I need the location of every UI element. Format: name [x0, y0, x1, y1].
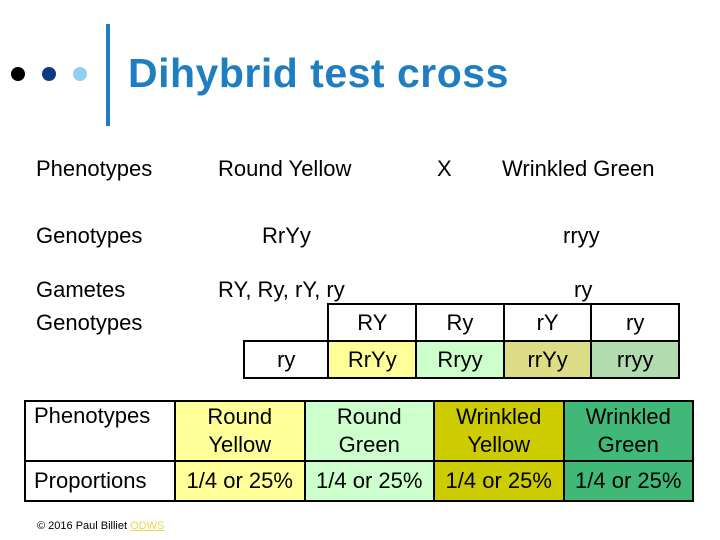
results-proportion-row: Proportions 1/4 or 25% 1/4 or 25% 1/4 or…	[24, 460, 694, 502]
parent2-phenotype: Wrinkled Green	[502, 156, 655, 181]
phenotype-line2: Yellow	[467, 432, 531, 457]
bullet-dot-black	[11, 67, 25, 81]
results-proportion-cell: 1/4 or 25%	[433, 460, 565, 502]
punnett-cell: Rryy	[415, 340, 505, 379]
punnett-corner	[244, 304, 328, 341]
phenotype-line2: Yellow	[208, 432, 272, 457]
punnett-cell: RrYy	[327, 340, 418, 379]
cross-symbol: X	[437, 156, 452, 181]
odws-link[interactable]: ODWS	[130, 520, 164, 532]
genotypes-label: Genotypes	[36, 223, 143, 248]
parent1-genotype: RrYy	[262, 223, 311, 248]
punnett-square: RY Ry rY ry ry RrYy Rryy rrYy rryy	[242, 303, 680, 379]
bullet-dot-light-blue	[73, 67, 87, 81]
results-phenotype-row: Phenotypes Round Yellow Round Green Wrinkl…	[24, 400, 694, 462]
phenotype-line1: Wrinkled	[585, 404, 671, 429]
punnett-row: ry RrYy Rryy rrYy rryy	[242, 340, 680, 379]
results-proportion-cell: 1/4 or 25%	[303, 460, 435, 502]
results-table: Phenotypes Round Yellow Round Green Wrinkl…	[24, 400, 694, 502]
copyright-text: © 2016 Paul Billiet	[37, 520, 131, 532]
page-title: Dihybrid test cross	[128, 50, 509, 96]
phenotypes-label: Phenotypes	[36, 156, 153, 181]
parent2-genotype: rryy	[563, 223, 600, 248]
phenotype-line1: Round	[336, 404, 402, 429]
punnett-cell: rryy	[590, 340, 680, 379]
title-divider	[106, 24, 110, 126]
offspring-genotypes-label: Genotypes	[36, 310, 143, 335]
results-phenotypes-label: Phenotypes	[24, 400, 176, 462]
punnett-header-cell: ry	[590, 303, 680, 342]
parent2-gametes: ry	[574, 277, 593, 302]
bullet-dot-navy	[42, 67, 56, 81]
parent1-gametes: RY, Ry, rY, ry	[218, 277, 345, 302]
results-proportions-label: Proportions	[24, 460, 176, 502]
parent1-phenotype: Round Yellow	[218, 156, 352, 181]
phenotype-line1: Wrinkled	[456, 404, 542, 429]
punnett-header-cell: Ry	[415, 303, 505, 342]
punnett-row-gamete: ry	[242, 340, 330, 379]
results-phenotype-cell: Round Green	[303, 400, 435, 462]
phenotype-line2: Green	[597, 432, 659, 457]
results-phenotype-cell: Wrinkled Yellow	[433, 400, 565, 462]
punnett-header-cell: RY	[327, 303, 418, 342]
copyright-footer: © 2016 Paul Billiet ODWS	[37, 520, 164, 532]
results-phenotype-cell: Round Yellow	[174, 400, 306, 462]
gametes-label: Gametes	[36, 277, 126, 302]
results-proportion-cell: 1/4 or 25%	[562, 460, 694, 502]
punnett-header-row: RY Ry rY ry	[244, 303, 680, 342]
punnett-cell: rrYy	[502, 340, 593, 379]
phenotype-line1: Round	[207, 404, 273, 429]
phenotype-line2: Green	[338, 432, 400, 457]
results-proportion-cell: 1/4 or 25%	[174, 460, 306, 502]
results-phenotype-cell: Wrinkled Green	[562, 400, 694, 462]
punnett-header-cell: rY	[502, 303, 593, 342]
